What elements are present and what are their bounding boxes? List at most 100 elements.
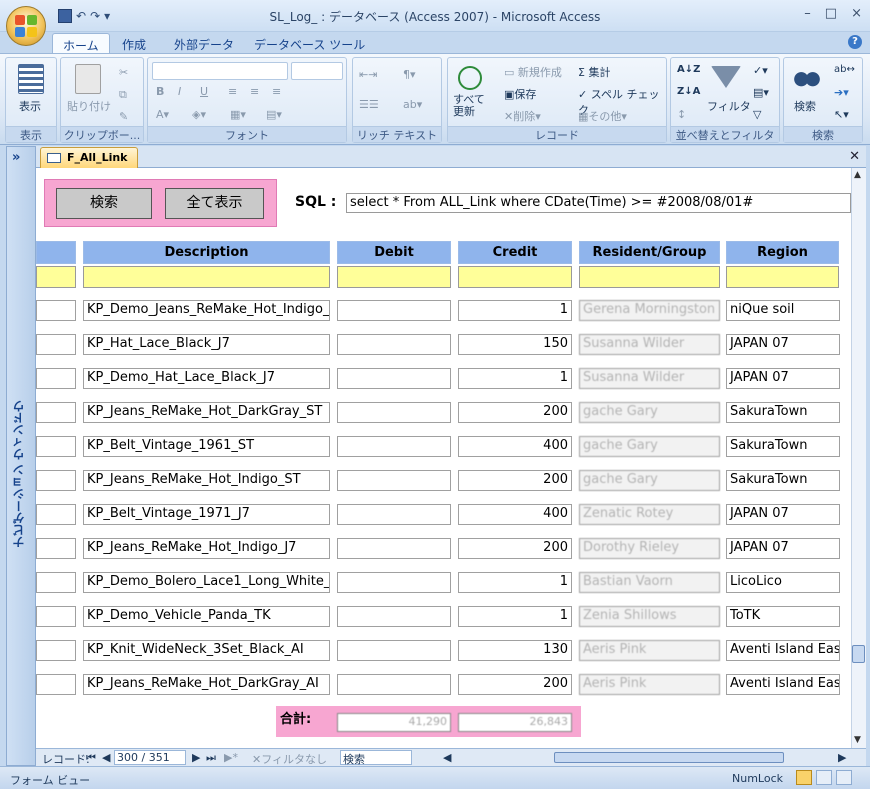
row-id-cell[interactable] — [36, 572, 76, 593]
office-button[interactable] — [6, 6, 46, 46]
filter-field-id[interactable] — [36, 266, 76, 288]
font-color-icon[interactable]: A▾ — [156, 108, 169, 121]
description-cell[interactable]: KP_Demo_Jeans_ReMake_Hot_Indigo_ns — [83, 300, 330, 321]
region-cell[interactable]: ToTK — [726, 606, 840, 627]
align-center-icon[interactable]: ≡ — [250, 85, 259, 98]
cut-icon[interactable]: ✂ — [119, 66, 128, 79]
alt-fill-icon[interactable]: ▤▾ — [266, 108, 282, 121]
description-cell[interactable]: KP_Demo_Vehicle_Panda_TK — [83, 606, 330, 627]
list-icon[interactable]: ☰☰ — [359, 98, 379, 111]
region-cell[interactable]: SakuraTown — [726, 402, 840, 423]
resident-cell[interactable]: Zenia Shillows — [579, 606, 720, 627]
last-record-icon[interactable]: ⏭ — [206, 751, 216, 765]
format-painter-icon[interactable]: ✎ — [119, 110, 128, 123]
tab-database-tools[interactable]: データベース ツール — [244, 33, 375, 54]
filter-field-debit[interactable] — [337, 266, 451, 288]
description-cell[interactable]: KP_Demo_Bolero_Lace1_Long_White_Li — [83, 572, 330, 593]
record-search-input[interactable]: 検索 — [340, 750, 412, 766]
description-cell[interactable]: KP_Belt_Vintage_1971_J7 — [83, 504, 330, 525]
debit-cell[interactable] — [337, 402, 451, 423]
credit-cell[interactable]: 1 — [458, 606, 572, 627]
debit-cell[interactable] — [337, 606, 451, 627]
filter-field-description[interactable] — [83, 266, 330, 288]
region-cell[interactable]: niQue soil — [726, 300, 840, 321]
resident-cell[interactable]: gache Gary — [579, 402, 720, 423]
find-button[interactable]: 検索 — [794, 98, 816, 114]
first-record-icon[interactable]: ⏮ — [86, 751, 96, 765]
row-id-cell[interactable] — [36, 504, 76, 525]
row-id-cell[interactable] — [36, 300, 76, 321]
horizontal-scroll-thumb[interactable] — [554, 752, 784, 763]
debit-cell[interactable] — [337, 572, 451, 593]
font-size-combo[interactable] — [291, 62, 343, 80]
credit-cell[interactable]: 400 — [458, 436, 572, 457]
credit-cell[interactable]: 1 — [458, 300, 572, 321]
credit-cell[interactable]: 200 — [458, 402, 572, 423]
new-record-nav-icon[interactable]: ▶* — [224, 751, 238, 764]
clear-sort-icon[interactable]: ↕ — [677, 108, 686, 121]
region-cell[interactable]: JAPAN 07 — [726, 504, 840, 525]
description-cell[interactable]: KP_Jeans_ReMake_Hot_DarkGray_ST — [83, 402, 330, 423]
row-id-cell[interactable] — [36, 402, 76, 423]
document-tab[interactable]: F_All_Link — [40, 147, 138, 168]
row-id-cell[interactable] — [36, 334, 76, 355]
scroll-down-icon[interactable]: ▼ — [854, 735, 861, 745]
tab-home[interactable]: ホーム — [52, 33, 110, 54]
vertical-scroll-thumb[interactable] — [852, 645, 865, 663]
filter-field-region[interactable] — [726, 266, 839, 288]
minimize-button[interactable]: – — [804, 6, 811, 21]
align-right-icon[interactable]: ≡ — [272, 85, 281, 98]
scroll-up-icon[interactable]: ▲ — [854, 170, 861, 180]
prev-record-icon[interactable]: ◀ — [102, 751, 110, 764]
copy-icon[interactable]: ⧉ — [119, 88, 127, 102]
show-all-button[interactable]: 全て表示 — [165, 188, 264, 219]
region-cell[interactable]: SakuraTown — [726, 436, 840, 457]
toggle-filter-icon[interactable]: ▽ — [753, 108, 761, 121]
credit-cell[interactable]: 400 — [458, 504, 572, 525]
maximize-button[interactable]: □ — [825, 6, 837, 21]
row-id-cell[interactable] — [36, 436, 76, 457]
description-cell[interactable]: KP_Jeans_ReMake_Hot_Indigo_J7 — [83, 538, 330, 559]
new-record-button[interactable]: ▭ 新規作成 — [504, 64, 562, 80]
debit-cell[interactable] — [337, 368, 451, 389]
sort-descending-icon[interactable]: Z↓A — [677, 86, 700, 97]
resident-cell[interactable]: Susanna Wilder — [579, 368, 720, 389]
layout-view-icon[interactable] — [816, 770, 832, 785]
filter-field-credit[interactable] — [458, 266, 572, 288]
resident-cell[interactable]: gache Gary — [579, 436, 720, 457]
credit-cell[interactable]: 150 — [458, 334, 572, 355]
region-cell[interactable]: LicoLico — [726, 572, 840, 593]
filter-button[interactable]: フィルタ — [707, 98, 751, 114]
underline-icon[interactable]: U — [200, 85, 208, 98]
description-cell[interactable]: KP_Belt_Vintage_1961_ST — [83, 436, 330, 457]
row-id-cell[interactable] — [36, 606, 76, 627]
goto-icon[interactable]: ➔▾ — [834, 86, 849, 99]
selection-filter-icon[interactable]: ✓▾ — [753, 64, 768, 77]
close-window-button[interactable]: × — [851, 6, 862, 21]
search-button[interactable]: 検索 — [56, 188, 152, 219]
resident-cell[interactable]: Dorothy Rieley — [579, 538, 720, 559]
font-name-combo[interactable] — [152, 62, 288, 80]
region-cell[interactable]: Aventi Island East — [726, 640, 840, 661]
select-icon[interactable]: ↖▾ — [834, 108, 849, 121]
debit-cell[interactable] — [337, 504, 451, 525]
resident-cell[interactable]: Aeris Pink — [579, 674, 720, 695]
record-position-input[interactable]: 300 / 351 — [114, 750, 186, 765]
more-button[interactable]: ▦その他▾ — [578, 108, 627, 124]
advanced-filter-icon[interactable]: ▤▾ — [753, 86, 769, 99]
resident-cell[interactable]: Gerena Morningston — [579, 300, 720, 321]
design-view-icon[interactable] — [836, 770, 852, 785]
resident-cell[interactable]: Aeris Pink — [579, 640, 720, 661]
credit-cell[interactable]: 200 — [458, 470, 572, 491]
debit-cell[interactable] — [337, 436, 451, 457]
sql-input[interactable]: select * From ALL_Link where CDate(Time)… — [346, 193, 851, 213]
filter-field-resident[interactable] — [579, 266, 720, 288]
credit-cell[interactable]: 200 — [458, 538, 572, 559]
delete-record-button[interactable]: ✕削除▾ — [504, 108, 541, 124]
debit-cell[interactable] — [337, 538, 451, 559]
region-cell[interactable]: Aventi Island East — [726, 674, 840, 695]
description-cell[interactable]: KP_Knit_WideNeck_3Set_Black_AI — [83, 640, 330, 661]
form-view-icon[interactable] — [796, 770, 812, 785]
row-id-cell[interactable] — [36, 674, 76, 695]
no-filter-indicator[interactable]: ✕フィルタなし — [252, 751, 327, 767]
